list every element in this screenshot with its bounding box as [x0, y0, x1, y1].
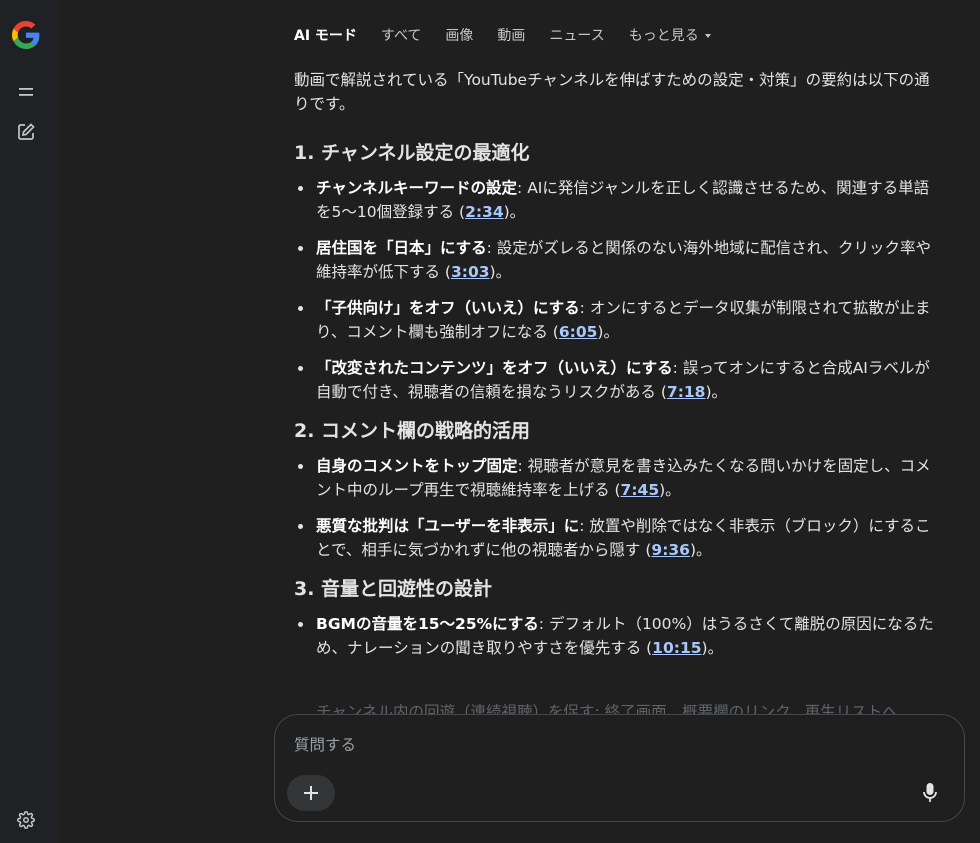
- ai-answer: 動画で解説されている「YouTubeチャンネルを伸ばすための設定・対策」の要約は…: [294, 68, 940, 674]
- item-end: )。: [503, 203, 526, 221]
- bullet-list: 自身のコメントをトップ固定: 視聴者が意見を書き込みたくなる問いかけを固定し、コ…: [294, 454, 940, 562]
- item-title: 居住国を「日本」にする: [316, 239, 487, 257]
- list-item: チャンネルキーワードの設定: AIに発信ジャンルを正しく認識させるため、関連する…: [294, 176, 940, 224]
- timestamp-link[interactable]: 2:34: [465, 203, 504, 221]
- timestamp-link[interactable]: 7:45: [621, 481, 660, 499]
- list-item: 悪質な批判は「ユーザーを非表示」に: 放置や削除ではなく非表示（ブロック）にする…: [294, 514, 940, 562]
- tab-all[interactable]: すべて: [381, 25, 421, 45]
- answer-intro: 動画で解説されている「YouTubeチャンネルを伸ばすための設定・対策」の要約は…: [294, 71, 930, 113]
- left-rail: [0, 0, 58, 843]
- tab-more[interactable]: もっと見る: [629, 25, 711, 45]
- tab-images[interactable]: 画像: [445, 25, 473, 45]
- item-title: チャンネルキーワードの設定: [316, 179, 518, 197]
- microphone-icon: [923, 783, 937, 802]
- tab-ai-mode[interactable]: AI モード: [294, 25, 357, 45]
- timestamp-link[interactable]: 10:15: [652, 639, 701, 657]
- list-item: 「子供向け」をオフ（いいえ）にする: オンにするとデータ収集が制限されて拡散が止…: [294, 296, 940, 344]
- item-end: )。: [659, 481, 681, 499]
- bullet-list: BGMの音量を15〜25%にする: デフォルト（100%）はうるさくて離脱の原因…: [294, 612, 940, 660]
- timestamp-link[interactable]: 9:36: [651, 541, 690, 559]
- tab-news[interactable]: ニュース: [549, 25, 604, 45]
- add-button[interactable]: [287, 775, 335, 811]
- settings-icon[interactable]: [10, 804, 42, 836]
- ask-input-placeholder[interactable]: 質問する: [294, 733, 356, 755]
- section-heading: 2. コメント欄の戦略的活用: [294, 420, 531, 442]
- item-title: BGMの音量を15〜25%にする: [316, 615, 539, 633]
- list-item: 「改変されたコンテンツ」をオフ（いいえ）にする: 誤ってオンにすると合成AIラベ…: [294, 356, 940, 404]
- item-end: )。: [701, 639, 724, 657]
- item-title: 「改変されたコンテンツ」をオフ（いいえ）にする: [316, 359, 673, 377]
- bullet-list: チャンネルキーワードの設定: AIに発信ジャンルを正しく認識させるため、関連する…: [294, 176, 940, 404]
- ask-input-box[interactable]: 質問する: [274, 714, 965, 822]
- section-3: 3. 音量と回遊性の設計 BGMの音量を15〜25%にする: デフォルト（100…: [294, 576, 940, 660]
- new-chat-icon[interactable]: [10, 116, 42, 148]
- tab-videos[interactable]: 動画: [497, 25, 525, 45]
- timestamp-link[interactable]: 3:03: [451, 263, 490, 281]
- google-logo[interactable]: [10, 19, 42, 51]
- item-end: )。: [705, 383, 728, 401]
- item-end: )。: [489, 263, 512, 281]
- item-end: )。: [689, 541, 712, 559]
- tab-more-label: もっと見る: [628, 28, 699, 44]
- section-1: 1. チャンネル設定の最適化 チャンネルキーワードの設定: AIに発信ジャンルを…: [294, 140, 940, 404]
- microphone-button[interactable]: [916, 779, 944, 807]
- list-item: 自身のコメントをトップ固定: 視聴者が意見を書き込みたくなる問いかけを固定し、コ…: [294, 454, 940, 502]
- section-heading: 3. 音量と回遊性の設計: [294, 578, 493, 600]
- item-title: 「子供向け」をオフ（いいえ）にする: [316, 299, 580, 317]
- timestamp-link[interactable]: 6:05: [559, 323, 598, 341]
- list-item: BGMの音量を15〜25%にする: デフォルト（100%）はうるさくて離脱の原因…: [294, 612, 940, 660]
- timestamp-link[interactable]: 7:18: [667, 383, 706, 401]
- search-tabs: AI モード すべて 画像 動画 ニュース もっと見る: [294, 24, 735, 46]
- caret-down-icon: [704, 34, 711, 38]
- section-2: 2. コメント欄の戦略的活用 自身のコメントをトップ固定: 視聴者が意見を書き込…: [294, 418, 940, 562]
- item-title: 自身のコメントをトップ固定: [316, 457, 518, 475]
- section-heading: 1. チャンネル設定の最適化: [294, 142, 530, 164]
- list-item: 居住国を「日本」にする: 設定がズレると関係のない海外地域に配信され、クリック率…: [294, 236, 940, 284]
- item-end: )。: [597, 323, 619, 341]
- main-area: AI モード すべて 画像 動画 ニュース もっと見る 動画で解説されている「Y…: [58, 0, 980, 843]
- plus-icon: [304, 786, 318, 800]
- item-title: 悪質な批判は「ユーザーを非表示」に: [316, 517, 580, 535]
- menu-icon[interactable]: [10, 76, 42, 108]
